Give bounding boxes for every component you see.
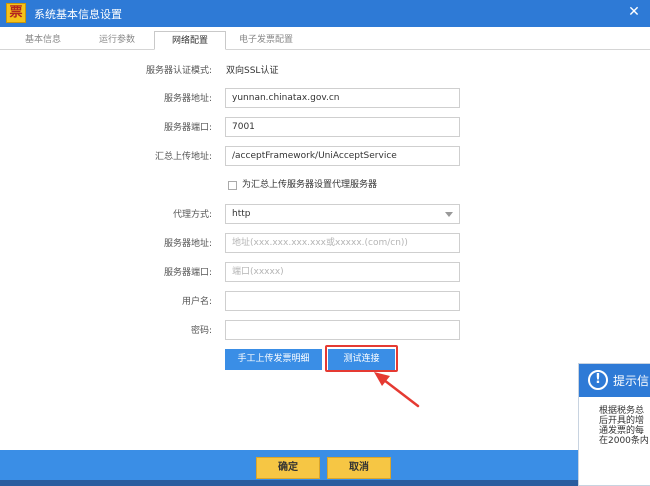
close-icon[interactable]: ✕ (626, 4, 642, 20)
password-label: 密码: (190, 326, 212, 336)
popup-body: 根据税务总 后开具的增 通发票的每 在2000条内 (599, 406, 650, 446)
username-input[interactable] (225, 291, 460, 311)
annotation-arrow-icon (374, 372, 420, 408)
taskbar-strip (0, 480, 650, 486)
popup-line: 通发票的每 (599, 426, 645, 436)
proxy-checkbox-label: 为汇总上传服务器设置代理服务器 (242, 180, 378, 190)
tab-network-config[interactable]: 网络配置 (154, 31, 226, 50)
highlight-box (325, 345, 398, 372)
proxy-mode-select[interactable]: http (225, 204, 460, 224)
auth-mode-label: 服务器认证模式: (145, 66, 212, 76)
upload-address-input[interactable] (225, 146, 460, 166)
popup-line: 后开具的增 (599, 416, 645, 426)
password-input[interactable] (225, 320, 460, 340)
cancel-button[interactable]: 取消 (327, 457, 391, 479)
proxy-mode-label: 代理方式: (172, 210, 212, 220)
proxy-port-label: 服务器端口: (163, 268, 212, 278)
tab-run-params[interactable]: 运行参数 (82, 31, 152, 50)
server-address-label: 服务器地址: (163, 94, 212, 104)
proxy-server-input[interactable] (225, 233, 460, 253)
popup-title: 提示信 (613, 374, 650, 388)
server-port-input[interactable] (225, 117, 460, 137)
popup-line: 根据税务总 (599, 406, 645, 416)
tab-bar: 基本信息 运行参数 网络配置 电子发票配置 (0, 27, 650, 50)
tab-basic-info[interactable]: 基本信息 (8, 31, 78, 50)
popup-header: ! 提示信 (579, 364, 650, 397)
window-title: 系统基本信息设置 (34, 8, 122, 21)
auth-mode-value: 双向SSL认证 (226, 66, 279, 76)
proxy-checkbox[interactable] (228, 181, 237, 190)
proxy-server-label: 服务器地址: (163, 239, 212, 249)
manual-upload-button[interactable]: 手工上传发票明细 (225, 349, 322, 370)
username-label: 用户名: (181, 297, 212, 307)
popup-line: 在2000条内 (599, 436, 649, 446)
ok-button[interactable]: 确定 (256, 457, 320, 479)
app-logo-icon: 票 (6, 3, 26, 23)
tab-einvoice-config[interactable]: 电子发票配置 (228, 31, 304, 50)
server-port-label: 服务器端口: (163, 123, 212, 133)
upload-address-label: 汇总上传地址: (154, 152, 212, 162)
info-icon: ! (588, 370, 608, 390)
notification-popup: ! 提示信 根据税务总 后开具的增 通发票的每 在2000条内 (578, 363, 650, 486)
proxy-port-input[interactable] (225, 262, 460, 282)
chevron-down-icon (445, 212, 453, 217)
proxy-mode-value: http (232, 209, 251, 219)
title-bar: 票 系统基本信息设置 ✕ (0, 0, 650, 27)
server-address-input[interactable] (225, 88, 460, 108)
